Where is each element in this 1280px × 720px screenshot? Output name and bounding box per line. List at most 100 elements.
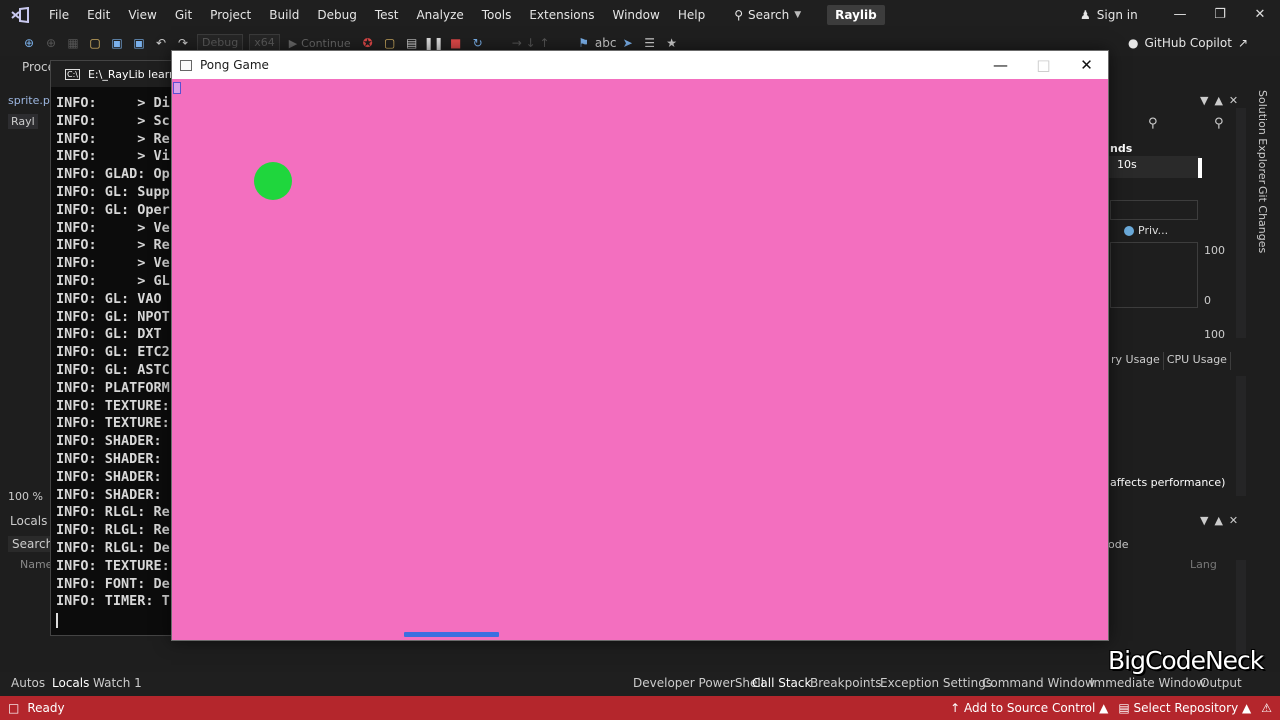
console-line: INFO: RLGL: Re [56,504,170,521]
notifications-icon[interactable]: ⚠ [1261,701,1272,715]
sign-in-button[interactable]: ♟ Sign in [1080,0,1138,30]
continue-button[interactable]: ▶ Continue [289,37,351,50]
pong-title-bar[interactable]: Pong Game — □ ✕ [172,51,1108,79]
new-project-icon[interactable]: ▦ [64,34,82,52]
copilot-label: GitHub Copilot [1144,36,1232,50]
console-title-bar: C:\ E:\_RayLib learn [51,61,179,87]
menu-analyze[interactable]: Analyze [407,0,472,30]
window-app-icon [180,59,192,71]
restore-button[interactable]: ❐ [1200,0,1240,30]
private-bytes-legend: Priv... [1124,224,1168,237]
timeline-interval: 10s [1108,156,1200,178]
console-line: INFO: GL: NPOT [56,308,170,325]
close-button[interactable]: ✕ [1240,0,1280,30]
github-copilot-button[interactable]: ● GitHub Copilot ↗ [1128,30,1248,56]
play-icon: ▶ [288,36,298,50]
console-line: INFO: GL: ASTC [56,361,170,378]
menu-help[interactable]: Help [669,0,714,30]
zoom-level[interactable]: 100 % [8,490,43,503]
console-line: INFO: > Sc [56,112,170,129]
console-line: INFO: SHADER: [56,433,162,450]
visual-studio-logo-icon [0,0,40,30]
add-source-control-button[interactable]: ↑ Add to Source Control ▲ [950,701,1108,715]
console-line: INFO: GL: Oper [56,201,170,218]
tab-call-stack[interactable]: Call Stack [752,676,811,690]
pong-minimize-button[interactable]: — [979,51,1022,79]
save-all-icon[interactable]: ▣ [130,34,148,52]
menu-file[interactable]: File [40,0,78,30]
console-line: INFO: PLATFORM [56,379,170,396]
menu-tools[interactable]: Tools [473,0,521,30]
menu-edit[interactable]: Edit [78,0,119,30]
console-window[interactable]: C:\ E:\_RayLib learn INFO: > Di INFO: > S… [50,60,180,636]
solution-name-badge[interactable]: Raylib [827,5,885,25]
console-line: INFO: > Re [56,130,170,147]
menu-project[interactable]: Project [201,0,260,30]
events-track [1110,200,1198,220]
console-line: INFO: > Ve [56,255,170,272]
axis-max-label: 100 [1204,244,1225,257]
console-line: INFO: RLGL: Re [56,522,170,539]
tab-git-changes[interactable]: Git Changes [1256,186,1269,253]
select-repository-button[interactable]: ▤ Select Repository ▲ [1118,701,1251,715]
nav-back-icon[interactable]: ⊕ [20,34,38,52]
status-bar: □ Ready ↑ Add to Source Control ▲ ▤ Sele… [0,696,1280,720]
console-line: INFO: > Re [56,237,170,254]
menu-window[interactable]: Window [604,0,669,30]
undo-icon[interactable]: ↶ [152,34,170,52]
search-label: Search [747,8,790,22]
tab-locals[interactable]: Locals [52,676,89,690]
pane-controls[interactable]: ▼▲✕ [1200,94,1244,107]
name-column-header: Name [20,558,53,571]
zoom-in-icon[interactable]: ⚲ [1148,116,1158,131]
console-line: INFO: GL: DXT [56,326,162,343]
tab-solution-explorer[interactable]: Solution Explorer [1256,90,1269,184]
usage-tabs: ry Usage CPU Usage [1108,352,1234,370]
add-source-label: Add to Source Control [964,701,1096,715]
tab-output[interactable]: Output [1200,676,1242,690]
tab-raylib[interactable]: Rayl [8,114,38,129]
open-folder-icon[interactable]: ▢ [86,34,104,52]
menu-build[interactable]: Build [260,0,308,30]
console-line: INFO: RLGL: De [56,539,170,556]
menu-test[interactable]: Test [366,0,408,30]
tab-command-window[interactable]: Command Window [982,676,1095,690]
console-line: INFO: SHADER: [56,468,162,485]
status-ready: □ Ready [8,701,65,715]
menu-git[interactable]: Git [166,0,201,30]
tab-autos[interactable]: Autos [11,676,45,690]
minimize-button[interactable]: — [1160,0,1200,30]
console-line: INFO: TEXTURE: [56,557,170,574]
tab-cpu-usage[interactable]: CPU Usage [1164,352,1231,370]
pane-controls[interactable]: ▼▲✕ [1200,514,1244,527]
console-line: INFO: TIMER: T [56,593,170,610]
share-icon: ↗ [1237,36,1248,50]
pong-window-controls: — □ ✕ [979,51,1108,79]
pong-game-window[interactable]: Pong Game — □ ✕ [171,50,1109,641]
global-search[interactable]: ⚲ Search ▼ [726,8,809,22]
console-line: INFO: > Ve [56,219,170,236]
game-canvas[interactable] [172,79,1108,640]
menu-extensions[interactable]: Extensions [520,0,603,30]
diagnostic-tools-pane: ▼▲✕ ⚲ ⚲ nds 10s Priv... 100 0 100 ry Usa… [1108,90,1250,670]
console-icon: C:\ [65,68,80,80]
menu-view[interactable]: View [119,0,165,30]
tab-exception-settings[interactable]: Exception Settings [880,676,992,690]
menu-debug[interactable]: Debug [308,0,365,30]
status-right: ↑ Add to Source Control ▲ ▤ Select Repos… [950,696,1272,720]
pong-close-button[interactable]: ✕ [1065,51,1108,79]
memory-graph [1110,242,1198,308]
tab-watch-1[interactable]: Watch 1 [93,676,142,690]
zoom-out-icon[interactable]: ⚲ [1214,116,1224,131]
console-line: INFO: GL: Supp [56,183,170,200]
save-icon[interactable]: ▣ [108,34,126,52]
tab-immediate-window[interactable]: Immediate Window [1090,676,1206,690]
tab-memory-usage[interactable]: ry Usage [1108,352,1164,370]
tab-breakpoints[interactable]: Breakpoints [810,676,881,690]
tab-developer-powershell[interactable]: Developer PowerShell [633,676,764,690]
tab-sprite[interactable]: sprite.p [8,94,50,107]
console-line: INFO: TEXTURE: [56,415,170,432]
nav-forward-icon[interactable]: ⊕ [42,34,60,52]
status-icon: □ [8,701,20,715]
pong-maximize-button: □ [1036,56,1051,74]
